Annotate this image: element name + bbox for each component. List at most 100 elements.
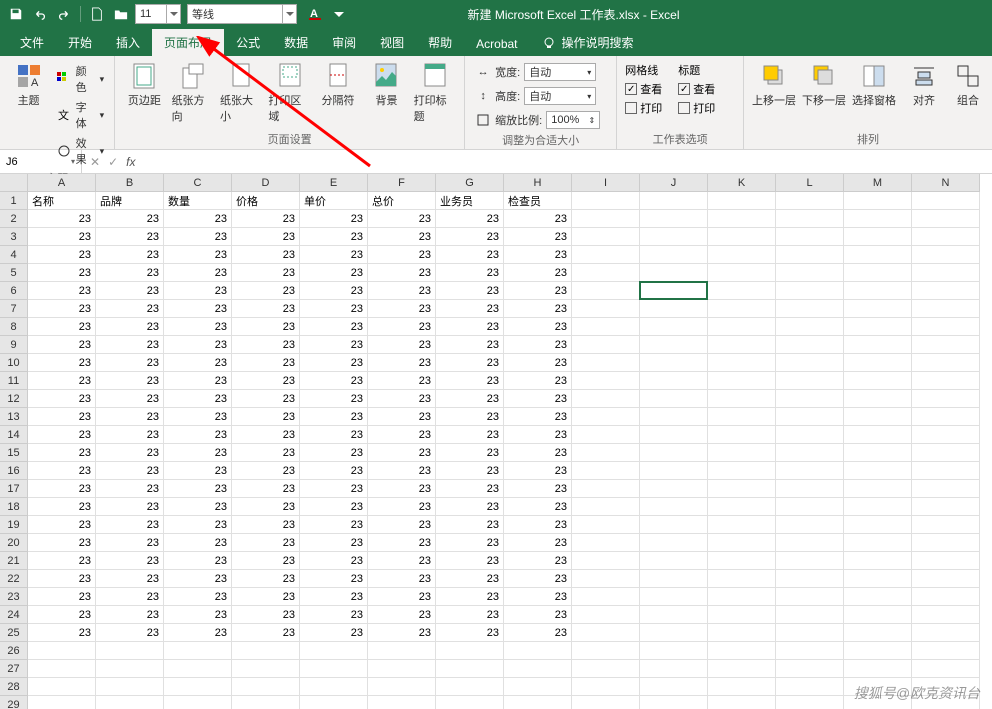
tab-acrobat[interactable]: Acrobat	[464, 32, 529, 56]
cell[interactable]	[844, 444, 912, 462]
column-header[interactable]: E	[300, 174, 368, 192]
cell[interactable]: 23	[96, 498, 164, 516]
cell[interactable]: 23	[436, 210, 504, 228]
cell[interactable]	[708, 660, 776, 678]
cell[interactable]	[912, 660, 980, 678]
cell[interactable]	[232, 660, 300, 678]
font-size-dropdown-icon[interactable]	[167, 4, 181, 24]
cell[interactable]	[708, 336, 776, 354]
cell[interactable]	[708, 300, 776, 318]
cell[interactable]	[640, 372, 708, 390]
cell[interactable]	[776, 444, 844, 462]
cell[interactable]: 23	[504, 426, 572, 444]
cell[interactable]: 23	[300, 480, 368, 498]
cell[interactable]	[708, 624, 776, 642]
cell[interactable]	[640, 444, 708, 462]
cell[interactable]: 23	[28, 264, 96, 282]
cell[interactable]: 23	[368, 318, 436, 336]
cell[interactable]: 23	[368, 552, 436, 570]
cell[interactable]	[912, 372, 980, 390]
cell[interactable]: 23	[436, 606, 504, 624]
cell[interactable]	[96, 642, 164, 660]
cell[interactable]	[640, 426, 708, 444]
open-icon[interactable]	[111, 4, 131, 24]
cell[interactable]	[572, 210, 640, 228]
cell[interactable]: 23	[436, 372, 504, 390]
cell[interactable]: 23	[96, 318, 164, 336]
cell[interactable]	[776, 372, 844, 390]
cell[interactable]	[28, 660, 96, 678]
row-header[interactable]: 21	[0, 552, 28, 570]
cell[interactable]: 23	[504, 408, 572, 426]
cell[interactable]	[572, 192, 640, 210]
cell[interactable]	[708, 480, 776, 498]
cell[interactable]	[912, 318, 980, 336]
cell[interactable]: 23	[232, 300, 300, 318]
cell[interactable]	[708, 552, 776, 570]
cell[interactable]: 23	[300, 444, 368, 462]
cell[interactable]: 23	[164, 264, 232, 282]
cell[interactable]: 23	[300, 498, 368, 516]
cell[interactable]: 23	[300, 426, 368, 444]
cell[interactable]	[640, 192, 708, 210]
cell[interactable]	[844, 264, 912, 282]
select-all-corner[interactable]	[0, 174, 28, 192]
cell[interactable]	[912, 336, 980, 354]
cell[interactable]: 23	[96, 300, 164, 318]
headings-view-checkbox[interactable]: ✓查看	[678, 81, 715, 97]
cell[interactable]	[912, 498, 980, 516]
cell[interactable]	[164, 642, 232, 660]
cell[interactable]: 23	[504, 282, 572, 300]
cell[interactable]: 23	[96, 480, 164, 498]
cell[interactable]: 23	[368, 462, 436, 480]
cell[interactable]: 23	[300, 318, 368, 336]
cell[interactable]: 23	[300, 552, 368, 570]
tab-formulas[interactable]: 公式	[224, 29, 272, 56]
row-header[interactable]: 9	[0, 336, 28, 354]
cell[interactable]	[776, 192, 844, 210]
cell[interactable]: 23	[96, 534, 164, 552]
font-name-input[interactable]: 等线	[187, 4, 283, 24]
cell[interactable]	[640, 588, 708, 606]
cell[interactable]: 23	[96, 228, 164, 246]
cell[interactable]	[776, 228, 844, 246]
row-header[interactable]: 7	[0, 300, 28, 318]
cell[interactable]	[708, 282, 776, 300]
cell[interactable]: 23	[300, 534, 368, 552]
cell[interactable]: 23	[164, 624, 232, 642]
cell[interactable]	[640, 336, 708, 354]
cell[interactable]	[708, 318, 776, 336]
cell[interactable]	[776, 552, 844, 570]
cell[interactable]	[368, 696, 436, 709]
cell[interactable]: 23	[368, 516, 436, 534]
tab-view[interactable]: 视图	[368, 29, 416, 56]
cell[interactable]: 23	[436, 444, 504, 462]
row-header[interactable]: 1	[0, 192, 28, 210]
cell[interactable]: 23	[232, 372, 300, 390]
row-header[interactable]: 27	[0, 660, 28, 678]
cell[interactable]: 23	[504, 390, 572, 408]
cell[interactable]: 23	[96, 336, 164, 354]
cell[interactable]: 23	[28, 498, 96, 516]
row-header[interactable]: 11	[0, 372, 28, 390]
cell[interactable]	[912, 228, 980, 246]
tab-help[interactable]: 帮助	[416, 29, 464, 56]
cell[interactable]	[164, 660, 232, 678]
qat-more-icon[interactable]	[329, 4, 349, 24]
cell[interactable]: 23	[368, 390, 436, 408]
cell[interactable]: 23	[164, 408, 232, 426]
cell[interactable]: 23	[504, 336, 572, 354]
column-header[interactable]: C	[164, 174, 232, 192]
cell[interactable]	[912, 552, 980, 570]
cell[interactable]: 23	[300, 282, 368, 300]
cell[interactable]	[572, 534, 640, 552]
column-header[interactable]: B	[96, 174, 164, 192]
cell[interactable]: 23	[232, 246, 300, 264]
cell[interactable]	[776, 696, 844, 709]
cell[interactable]	[572, 354, 640, 372]
effects-button[interactable]: 效果▾	[55, 134, 106, 168]
cell[interactable]	[572, 462, 640, 480]
cell[interactable]: 23	[436, 570, 504, 588]
cell[interactable]: 23	[28, 462, 96, 480]
cell[interactable]	[572, 246, 640, 264]
